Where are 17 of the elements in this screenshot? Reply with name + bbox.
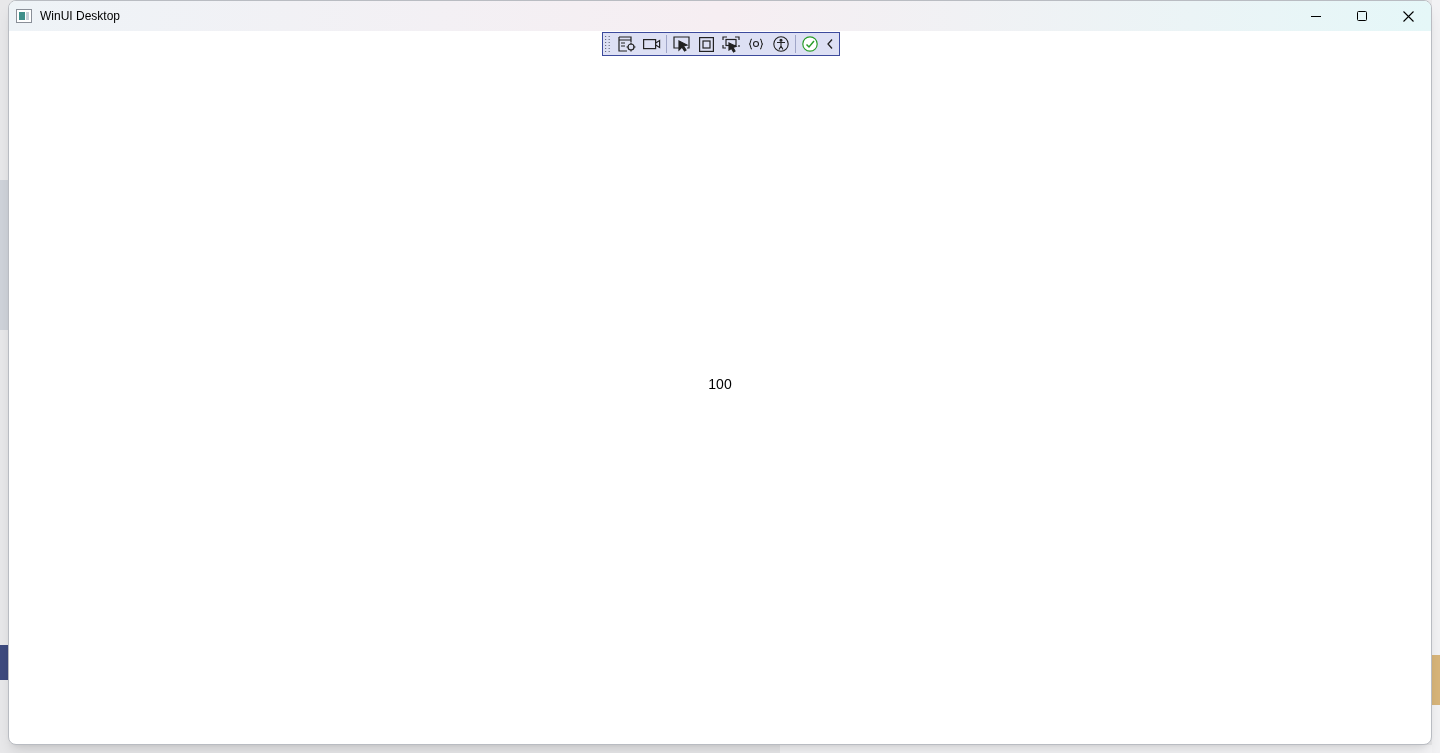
camera-icon — [643, 38, 661, 50]
check-circle-icon — [802, 36, 818, 52]
window-gear-icon — [618, 36, 636, 52]
live-visual-tree-button[interactable] — [615, 34, 639, 54]
maximize-icon — [1357, 11, 1367, 21]
app-icon — [16, 9, 32, 23]
chevron-left-icon — [827, 39, 833, 49]
grip-icon[interactable] — [605, 35, 610, 53]
braces-check-icon — [749, 38, 763, 50]
cursor-frame-icon — [722, 35, 740, 53]
close-icon — [1402, 10, 1414, 22]
accessibility-icon — [773, 36, 789, 52]
window-title: WinUI Desktop — [40, 8, 121, 25]
minimize-icon — [1311, 15, 1321, 17]
cursor-select-icon — [672, 35, 690, 53]
frame-icon — [698, 36, 714, 52]
value-text: 100 — [708, 375, 732, 394]
